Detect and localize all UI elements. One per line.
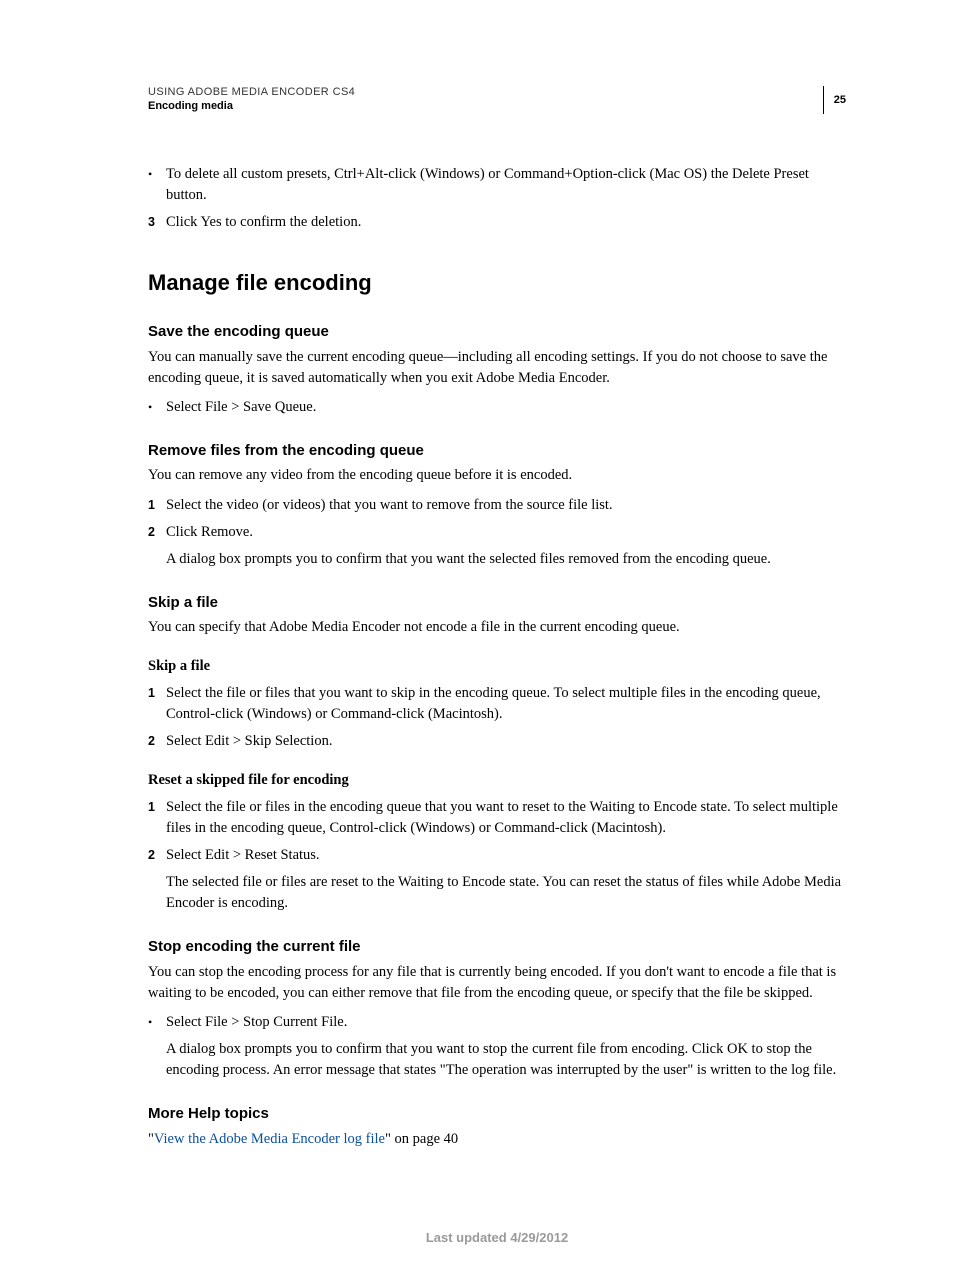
more-help-line: "View the Adobe Media Encoder log file" …: [148, 1129, 846, 1150]
stop-encoding-bullet: • Select File > Stop Current File.: [148, 1012, 846, 1033]
header-title: USING ADOBE MEDIA ENCODER CS4: [148, 86, 823, 98]
step-number: 1: [148, 495, 166, 516]
heading-save-encoding-queue: Save the encoding queue: [148, 321, 846, 343]
remove-step-2-text: Click Remove.: [166, 522, 846, 543]
quote-close-and-page: " on page 40: [385, 1131, 458, 1147]
remove-step-2: 2 Click Remove.: [148, 522, 846, 543]
intro-bullet-text: To delete all custom presets, Ctrl+Alt-c…: [166, 164, 846, 206]
heading-more-help: More Help topics: [148, 1103, 846, 1125]
save-queue-bullet: • Select File > Save Queue.: [148, 397, 846, 418]
skip-step-2-text: Select Edit > Skip Selection.: [166, 731, 846, 752]
save-queue-bullet-text: Select File > Save Queue.: [166, 397, 846, 418]
running-header: USING ADOBE MEDIA ENCODER CS4 Encoding m…: [148, 86, 846, 114]
remove-step-1-text: Select the video (or videos) that you wa…: [166, 495, 846, 516]
skip-file-paragraph: You can specify that Adobe Media Encoder…: [148, 617, 846, 638]
reset-step-2-follow: The selected file or files are reset to …: [166, 872, 846, 914]
help-link-log-file[interactable]: View the Adobe Media Encoder log file: [154, 1131, 385, 1147]
page-number: 25: [823, 86, 846, 114]
header-section: Encoding media: [148, 100, 823, 112]
skip-step-2: 2 Select Edit > Skip Selection.: [148, 731, 846, 752]
minihead-reset-skipped: Reset a skipped file for encoding: [148, 770, 846, 791]
step-number: 1: [148, 797, 166, 839]
heading-remove-files: Remove files from the encoding queue: [148, 440, 846, 462]
remove-step-1: 1 Select the video (or videos) that you …: [148, 495, 846, 516]
stop-encoding-follow: A dialog box prompts you to confirm that…: [166, 1039, 846, 1081]
intro-step-3: 3 Click Yes to confirm the deletion.: [148, 212, 846, 233]
heading-skip-a-file: Skip a file: [148, 592, 846, 614]
document-page: USING ADOBE MEDIA ENCODER CS4 Encoding m…: [0, 0, 954, 1285]
save-queue-paragraph: You can manually save the current encodi…: [148, 347, 846, 389]
bullet-icon: •: [148, 1012, 166, 1033]
step-number: 2: [148, 731, 166, 752]
header-left: USING ADOBE MEDIA ENCODER CS4 Encoding m…: [148, 86, 823, 112]
heading-manage-file-encoding: Manage file encoding: [148, 267, 846, 299]
remove-files-paragraph: You can remove any video from the encodi…: [148, 465, 846, 486]
bullet-icon: •: [148, 164, 166, 206]
footer-last-updated: Last updated 4/29/2012: [148, 1230, 846, 1245]
step-number: 2: [148, 845, 166, 866]
stop-encoding-paragraph: You can stop the encoding process for an…: [148, 962, 846, 1004]
step-number: 1: [148, 683, 166, 725]
reset-step-2-text: Select Edit > Reset Status.: [166, 845, 846, 866]
heading-stop-encoding: Stop encoding the current file: [148, 936, 846, 958]
skip-step-1-text: Select the file or files that you want t…: [166, 683, 846, 725]
intro-bullet: • To delete all custom presets, Ctrl+Alt…: [148, 164, 846, 206]
body: • To delete all custom presets, Ctrl+Alt…: [148, 164, 846, 1150]
bullet-icon: •: [148, 397, 166, 418]
step-number: 2: [148, 522, 166, 543]
minihead-skip-a-file: Skip a file: [148, 656, 846, 677]
remove-step-2-follow: A dialog box prompts you to confirm that…: [166, 549, 846, 570]
step-number: 3: [148, 212, 166, 233]
reset-step-1-text: Select the file or files in the encoding…: [166, 797, 846, 839]
reset-step-1: 1 Select the file or files in the encodi…: [148, 797, 846, 839]
stop-encoding-bullet-text: Select File > Stop Current File.: [166, 1012, 846, 1033]
intro-step-3-text: Click Yes to confirm the deletion.: [166, 212, 846, 233]
skip-step-1: 1 Select the file or files that you want…: [148, 683, 846, 725]
reset-step-2: 2 Select Edit > Reset Status.: [148, 845, 846, 866]
